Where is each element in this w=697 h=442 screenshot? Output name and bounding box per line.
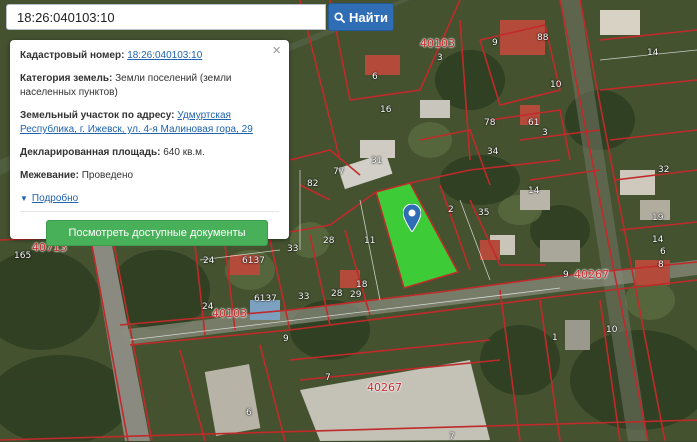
plot-number: 6 <box>372 72 378 82</box>
plot-number: 9 <box>283 334 289 344</box>
location-pin-icon[interactable] <box>403 204 421 232</box>
plot-number: 19 <box>652 213 664 223</box>
plot-number: 28 <box>331 289 343 299</box>
survey-value: Проведено <box>81 170 134 181</box>
area-label: Декларированная площадь: <box>20 147 161 158</box>
details-toggle[interactable]: ▼ Подробно <box>20 192 78 206</box>
plot-number: 77 <box>333 167 345 177</box>
cadastral-number-label: Кадастровый номер: <box>20 50 125 61</box>
plot-number: 9 <box>492 38 498 48</box>
area-row: Декларированная площадь: 640 кв.м. <box>20 146 279 160</box>
plot-number: 14 <box>652 235 664 245</box>
address-label: Земельный участок по адресу: <box>20 110 175 121</box>
plot-number: 8 <box>658 260 664 270</box>
plot-number: 10 <box>550 80 562 90</box>
quarter-number: 40103 <box>420 37 455 50</box>
plot-number: 3 <box>542 128 548 138</box>
survey-label: Межевание: <box>20 170 79 181</box>
plot-number: 31 <box>371 156 383 166</box>
plot-number: 82 <box>307 179 319 189</box>
plot-number: 7 <box>325 373 331 383</box>
plot-number: 24 <box>202 302 214 312</box>
plot-number: 6137 <box>242 256 265 266</box>
divider <box>20 211 279 212</box>
plot-number: 35 <box>478 208 490 218</box>
plot-number: 14 <box>528 186 540 196</box>
address-row: Земельный участок по адресу: Удмуртская … <box>20 109 279 137</box>
plot-number: 18 <box>356 280 368 290</box>
quarter-number: 40103 <box>212 307 247 320</box>
quarter-number: 40267 <box>574 268 609 281</box>
caret-down-icon: ▼ <box>20 194 28 203</box>
plot-number: 14 <box>647 48 659 58</box>
plot-number: 32 <box>658 165 670 175</box>
quarter-number: 40267 <box>367 381 402 394</box>
plot-number: 28 <box>323 236 335 246</box>
plot-number: 61 <box>528 118 540 128</box>
plot-number: 88 <box>537 33 549 43</box>
plot-number: 6137 <box>254 294 277 304</box>
plot-number: 6 <box>660 247 666 257</box>
plot-number: 33 <box>287 244 299 254</box>
search-button[interactable]: Найти <box>328 3 394 31</box>
plot-number: 6 <box>246 408 252 418</box>
plot-number: 1 <box>552 333 558 343</box>
close-icon[interactable]: × <box>272 43 281 59</box>
plot-number: 11 <box>364 236 376 246</box>
plot-number: 78 <box>484 118 496 128</box>
plot-number: 33 <box>298 292 310 302</box>
survey-row: Межевание: Проведено <box>20 169 279 183</box>
land-category-row: Категория земель: Земли поселений (земли… <box>20 72 279 100</box>
plot-number: 24 <box>203 256 215 266</box>
search-button-label: Найти <box>349 9 388 25</box>
plot-number: 16 <box>380 105 392 115</box>
plot-number: 9 <box>563 270 569 280</box>
area-value: 640 кв.м. <box>163 147 205 158</box>
plot-number: 29 <box>350 290 362 300</box>
parcel-info-popup: × Кадастровый номер: 18:26:040103:10 Кат… <box>10 40 289 246</box>
plot-number: 165 <box>14 251 32 261</box>
details-link[interactable]: Подробно <box>32 192 78 206</box>
plot-number: 34 <box>487 147 499 157</box>
cadastral-number-row: Кадастровый номер: 18:26:040103:10 <box>20 49 279 63</box>
view-documents-button[interactable]: Посмотреть доступные документы <box>46 220 268 246</box>
search-input[interactable] <box>6 4 326 30</box>
plot-number: 10 <box>606 325 618 335</box>
plot-number: 3 <box>437 53 443 63</box>
search-icon <box>334 11 346 23</box>
plot-number: 2 <box>448 205 454 215</box>
land-category-label: Категория земель: <box>20 73 113 84</box>
cadastral-number-link[interactable]: 18:26:040103:10 <box>127 50 202 61</box>
